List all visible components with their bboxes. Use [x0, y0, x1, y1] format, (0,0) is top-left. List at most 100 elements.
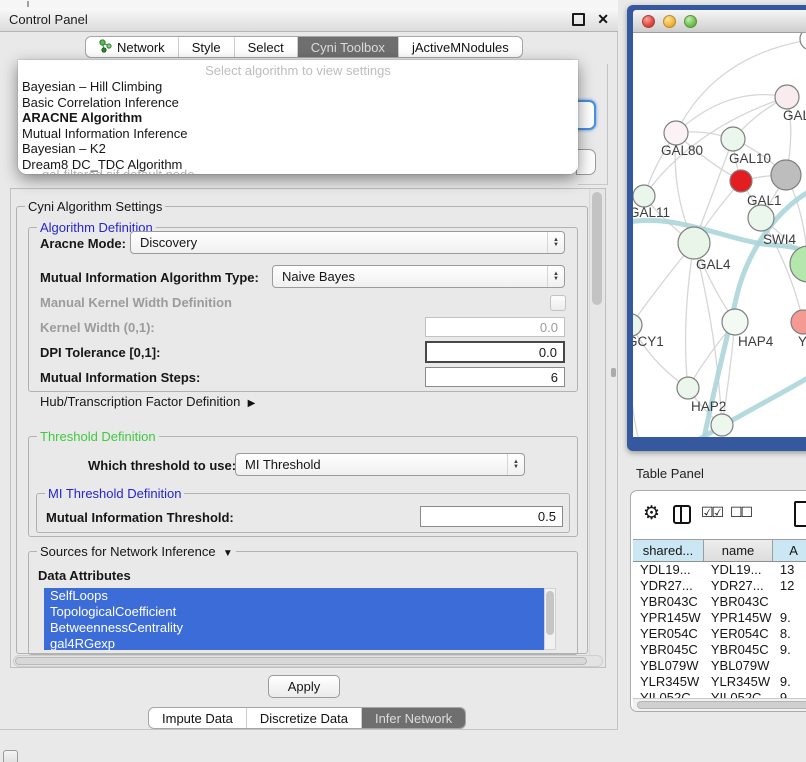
table-row[interactable]: YIL052CYIL052C9. — [633, 690, 806, 698]
document-icon[interactable] — [794, 501, 806, 527]
minimized-panel-icon[interactable] — [3, 750, 18, 762]
table-cell[interactable]: YLR345W — [633, 674, 704, 690]
column-header-shared[interactable]: shared... — [633, 540, 704, 561]
node-hap4[interactable] — [722, 309, 748, 335]
table-cell[interactable]: YLR345W — [704, 674, 773, 690]
table-cell[interactable]: 9. — [773, 690, 806, 698]
table-cell[interactable]: 13 — [773, 562, 806, 578]
node-unlabeled[interactable] — [711, 414, 733, 436]
splitter-handle[interactable] — [611, 368, 616, 377]
table-row[interactable]: YPR145WYPR145W9. — [633, 610, 806, 626]
tab-select[interactable]: Select — [235, 37, 298, 57]
collapse-arrow-icon[interactable]: ▼ — [223, 548, 233, 559]
table-cell[interactable]: 9. — [773, 642, 806, 658]
column-header-a[interactable]: A — [773, 540, 806, 561]
algorithm-option-bayesian-hill-climbing[interactable]: Bayesian – Hill Climbing — [18, 79, 578, 95]
column-header-name[interactable]: name — [704, 540, 773, 561]
horizontal-scrollbar-thumb[interactable] — [15, 657, 587, 665]
table-cell[interactable]: YBR045C — [704, 642, 773, 658]
table-cell[interactable]: 9. — [773, 674, 806, 690]
bottom-tab-discretize-data[interactable]: Discretize Data — [247, 708, 362, 728]
deselect-all-icon[interactable]: ☐☐ — [730, 504, 751, 521]
node-gal4[interactable] — [678, 227, 710, 259]
attribute-betweennesscentrality[interactable]: BetweennessCentrality — [44, 620, 544, 636]
node-hap2[interactable] — [677, 377, 699, 399]
attribute-selfloops[interactable]: SelfLoops — [44, 588, 544, 604]
table-cell[interactable]: YBL079W — [704, 658, 773, 674]
table-cell[interactable]: 12 — [773, 578, 806, 594]
table-cell[interactable] — [773, 594, 806, 610]
node-y[interactable] — [791, 310, 806, 334]
mi-threshold-field[interactable]: 0.5 — [420, 506, 563, 527]
bottom-tab-infer-network[interactable]: Infer Network — [362, 708, 465, 728]
mi-algorithm-type-select[interactable]: Naive Bayes ▲▼ — [272, 265, 565, 288]
table-cell[interactable]: 8. — [773, 626, 806, 642]
float-panel-icon[interactable] — [572, 13, 585, 26]
table-row[interactable]: YLR345WYLR345W9. — [633, 674, 806, 690]
vertical-scrollbar-thumb[interactable] — [592, 192, 602, 305]
minimize-button[interactable] — [663, 15, 676, 28]
algorithm-option-bayesian-k2[interactable]: Bayesian – K2 — [18, 141, 578, 157]
table-row[interactable]: YDL19...YDL19...13 — [633, 562, 806, 578]
table-cell[interactable]: YBR043C — [704, 594, 773, 610]
table-scrollbar-thumb[interactable] — [637, 701, 806, 709]
table-cell[interactable]: YIL052C — [704, 690, 773, 698]
zoom-button[interactable] — [684, 15, 697, 28]
table-cell[interactable]: YIL052C — [633, 690, 704, 698]
algorithm-option-aracne-algorithm[interactable]: ARACNE Algorithm — [18, 110, 578, 126]
tab-jactivemnodules[interactable]: jActiveMNodules — [399, 37, 522, 57]
node-unlabeled[interactable] — [771, 160, 801, 190]
table-cell[interactable]: YBR043C — [633, 594, 704, 610]
mi-steps-field[interactable]: 6 — [425, 367, 565, 387]
network-canvas[interactable]: GALGAL80GAL10GAL1GAL11SWI4GAL4GCY1HAP4YH… — [633, 33, 806, 437]
tab-style[interactable]: Style — [179, 37, 235, 57]
attribute-gal4rgexp[interactable]: gal4RGexp — [44, 636, 544, 650]
table-row[interactable]: YER054CYER054C8. — [633, 626, 806, 642]
table-cell[interactable]: YDL19... — [633, 562, 704, 578]
table-cell[interactable]: YDR27... — [633, 578, 704, 594]
node-swi4[interactable] — [748, 205, 774, 231]
node-gal[interactable] — [775, 85, 799, 109]
node-unlabeled[interactable] — [800, 33, 806, 50]
network-view-window[interactable]: GALGAL80GAL10GAL1GAL11SWI4GAL4GCY1HAP4YH… — [627, 5, 806, 451]
expand-arrow-icon[interactable]: ▶ — [248, 398, 256, 409]
table-cell[interactable]: 9. — [773, 610, 806, 626]
attribute-topologicalcoefficient[interactable]: TopologicalCoefficient — [44, 604, 544, 620]
table-cell[interactable] — [773, 658, 806, 674]
apply-button[interactable]: Apply — [268, 675, 340, 698]
table-cell[interactable]: YPR145W — [704, 610, 773, 626]
which-threshold-select[interactable]: MI Threshold ▲▼ — [235, 453, 525, 476]
close-button[interactable] — [642, 15, 655, 28]
gear-icon[interactable]: ⚙ — [643, 503, 660, 525]
table-row[interactable]: YDR27...YDR27...12 — [633, 578, 806, 594]
node-gal80[interactable] — [664, 121, 688, 145]
table-row[interactable]: YBR045CYBR045C9. — [633, 642, 806, 658]
table-cell[interactable]: YER054C — [633, 626, 704, 642]
data-attributes-list[interactable]: SelfLoopsTopologicalCoefficientBetweenne… — [44, 588, 544, 650]
bottom-tab-impute-data[interactable]: Impute Data — [149, 708, 247, 728]
table-row[interactable]: YBR043CYBR043C — [633, 594, 806, 610]
table-cell[interactable]: YPR145W — [633, 610, 704, 626]
node-unlabeled[interactable] — [790, 246, 806, 282]
columns-icon[interactable] — [673, 505, 691, 524]
node-gal11[interactable] — [633, 185, 655, 207]
table-cell[interactable]: YER054C — [704, 626, 773, 642]
tab-cyni-toolbox[interactable]: Cyni Toolbox — [298, 37, 399, 57]
table-row[interactable]: YBL079WYBL079W — [633, 658, 806, 674]
dpi-tolerance-field[interactable]: 0.0 — [425, 341, 565, 363]
sources-group-title[interactable]: Sources for Network Inference ▼ — [37, 544, 236, 559]
table-horizontal-scrollbar[interactable] — [633, 698, 806, 711]
table-cell[interactable]: YDR27... — [704, 578, 773, 594]
table-cell[interactable]: YDL19... — [704, 562, 773, 578]
table-cell[interactable]: YBR045C — [633, 642, 704, 658]
attributes-scrollbar-thumb[interactable] — [546, 591, 554, 635]
algorithm-option-mutual-information-inference[interactable]: Mutual Information Inference — [18, 126, 578, 142]
manual-kernel-width-checkbox[interactable] — [550, 295, 566, 311]
aracne-mode-select[interactable]: Discovery ▲▼ — [130, 231, 565, 254]
node-gal1[interactable] — [730, 170, 752, 192]
table-cell[interactable]: YBL079W — [633, 658, 704, 674]
node-gal10[interactable] — [721, 127, 745, 151]
select-all-icon[interactable]: ☑☑ — [701, 504, 722, 521]
close-icon[interactable]: ✕ — [597, 11, 609, 28]
hub-definition-toggle[interactable]: Hub/Transcription Factor Definition ▶ — [40, 394, 255, 409]
